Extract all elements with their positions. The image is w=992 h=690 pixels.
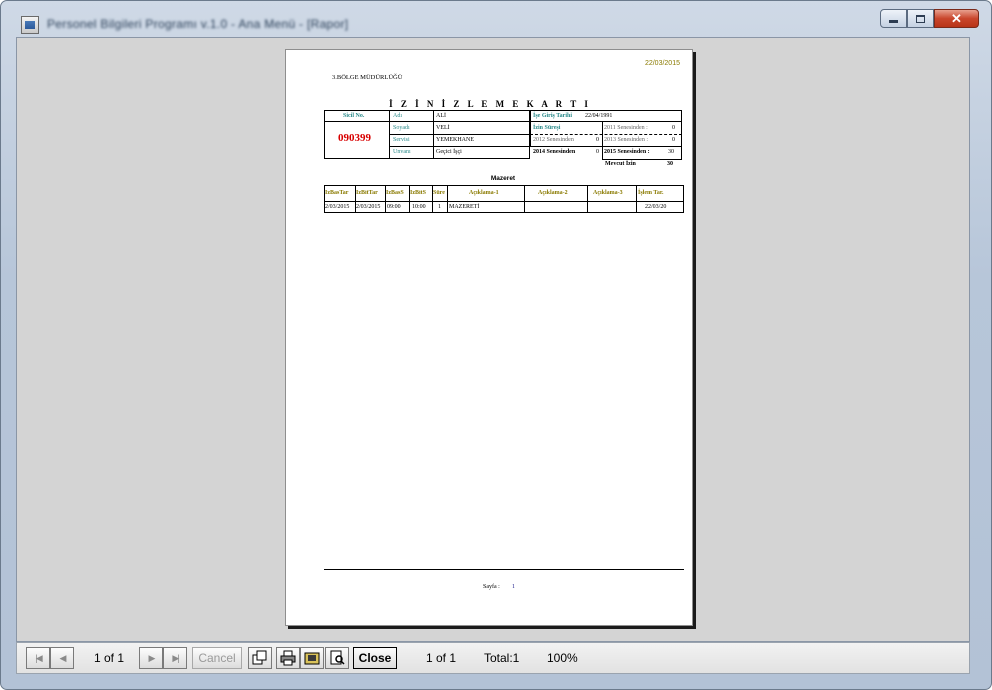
preview-toolbar: |◀ ◀ 1 of 1 ▶ ▶| Cancel Close 1 of 1 Tot… — [16, 642, 970, 674]
prev-page-button[interactable]: ◀ — [50, 647, 74, 669]
ise-giris-label: İşe Giriş Tarihi — [533, 113, 573, 119]
report-title: İ Z İ N İ Z L E M E K A R T I — [389, 99, 591, 109]
col-izbass: IzBasS — [386, 190, 404, 196]
maximize-button[interactable] — [907, 9, 934, 28]
app-icon[interactable] — [21, 16, 39, 34]
adi-label: Adı — [393, 113, 402, 119]
last-page-button[interactable]: ▶| — [163, 647, 187, 669]
last-page-icon: ▶| — [172, 652, 179, 663]
organization-name: 3.BÖLGE MÜDÜRLÜĞÜ — [332, 74, 403, 81]
cell-izbittar: 2/03/2015 — [356, 204, 381, 210]
report-date: 22/03/2015 — [644, 60, 680, 67]
export-icon — [304, 652, 320, 665]
page-setup-icon — [252, 650, 267, 665]
page-status: 1 of 1 — [426, 651, 457, 665]
col-aciklama-2: Açıklama-2 — [538, 190, 568, 196]
zoom-level: 100% — [547, 651, 578, 665]
cell-izbass: 09:00 — [387, 204, 401, 210]
minimize-button[interactable] — [880, 9, 907, 28]
cell-izbastar: 2/03/2015 — [325, 204, 350, 210]
cell-aciklama-1: MAZERETİ — [449, 204, 480, 210]
servisi-label: Servisi — [393, 137, 410, 143]
prev-page-icon: ◀ — [59, 652, 67, 663]
y2012-value: 0 — [596, 137, 599, 143]
soyadi-value: VELİ — [436, 125, 450, 131]
first-page-button[interactable]: |◀ — [26, 647, 50, 669]
next-page-icon: ▶ — [148, 652, 156, 663]
printer-icon — [280, 650, 296, 666]
unvani-value: Geçici İşçi — [436, 149, 462, 155]
unvani-label: Unvanı — [393, 149, 411, 155]
sicil-value: 090399 — [338, 132, 371, 144]
y2012-label: 2012 Senesinden — [533, 137, 574, 143]
col-izbittar: IzBitTar — [356, 190, 378, 196]
cell-sure: 1 — [438, 204, 441, 210]
y2014-label: 2014 Senesinden — [533, 149, 576, 155]
print-button[interactable] — [276, 647, 300, 669]
mevcut-label: Mevcut İzin — [605, 161, 636, 167]
total-records: Total:1 — [484, 651, 520, 665]
cancel-button[interactable]: Cancel — [192, 647, 242, 669]
cell-islem-tar: 22/03/20 — [645, 204, 667, 210]
minimize-icon — [889, 20, 898, 23]
sicil-label: Sicil No. — [343, 113, 365, 119]
col-islem-tar: İşlem Tar. — [638, 190, 664, 196]
export-button[interactable] — [300, 647, 324, 669]
window-controls: ✕ — [880, 9, 979, 28]
window-title: Personel Bilgileri Programı v.1.0 - Ana … — [47, 17, 349, 31]
next-page-button[interactable]: ▶ — [139, 647, 163, 669]
col-izbits: IzBitS — [410, 190, 427, 196]
maximize-icon — [916, 14, 925, 23]
footer-divider — [324, 569, 684, 570]
y2011-value: 0 — [672, 125, 675, 131]
y2011-label: 2011 Senesinden : — [604, 125, 648, 131]
close-icon: ✕ — [951, 10, 962, 26]
report-page: 22/03/2015 3.BÖLGE MÜDÜRLÜĞÜ İ Z İ N İ Z… — [285, 49, 693, 626]
adi-value: ALİ — [436, 113, 446, 119]
page-indicator: 1 of 1 — [94, 651, 125, 665]
col-aciklama-1: Açıklama-1 — [469, 190, 499, 196]
mevcut-value: 30 — [667, 161, 673, 167]
y2015-label: 2015 Senesinden : — [604, 149, 650, 155]
first-page-icon: |◀ — [35, 652, 42, 663]
page-number: 1 — [512, 584, 515, 590]
servisi-value: YEMEKHANE — [436, 137, 474, 143]
page-setup-button[interactable] — [248, 647, 272, 669]
y2013-label: 2013 Senesinden : — [604, 137, 648, 143]
close-window-button[interactable]: ✕ — [934, 9, 979, 28]
report-preview-area[interactable]: 22/03/2015 3.BÖLGE MÜDÜRLÜĞÜ İ Z İ N İ Z… — [16, 37, 970, 642]
ise-giris-value: 22/04/1991 — [585, 113, 613, 119]
y2013-value: 0 — [672, 137, 675, 143]
col-sure: Süre — [433, 190, 445, 196]
search-button[interactable] — [325, 647, 349, 669]
mazeret-title: Mazeret — [490, 175, 516, 182]
page-label: Sayfa : — [483, 584, 500, 590]
soyadi-label: Soyadı — [393, 125, 410, 131]
title-bar[interactable]: Personel Bilgileri Programı v.1.0 - Ana … — [1, 1, 991, 34]
col-izbastar: IzBasTar — [325, 190, 349, 196]
app-window: Personel Bilgileri Programı v.1.0 - Ana … — [0, 0, 992, 690]
col-aciklama-3: Açıklama-3 — [593, 190, 623, 196]
cell-izbits: 10:00 — [412, 204, 426, 210]
y2014-value: 0 — [596, 149, 599, 155]
izin-suresi-label: İzin Süreşi — [533, 125, 561, 131]
search-text-icon — [330, 650, 345, 665]
y2015-value: 30 — [668, 149, 674, 155]
close-button[interactable]: Close — [353, 647, 397, 669]
